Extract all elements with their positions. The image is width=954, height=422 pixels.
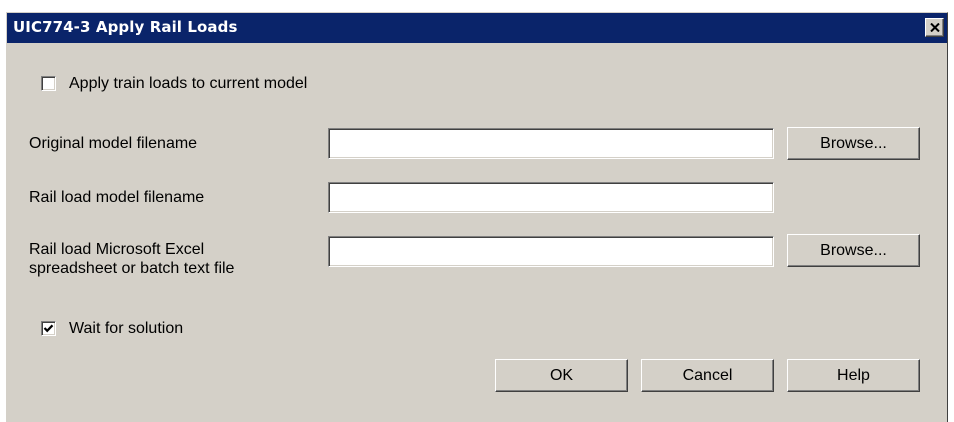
close-button[interactable] <box>925 18 944 37</box>
original-model-input[interactable] <box>328 128 774 159</box>
window-title: UIC774-3 Apply Rail Loads <box>13 18 238 36</box>
original-model-label: Original model filename <box>29 135 198 152</box>
wait-for-solution-checkbox[interactable] <box>41 321 56 336</box>
apply-train-loads-label: Apply train loads to current model <box>69 75 308 92</box>
rail-load-model-input[interactable] <box>328 182 774 213</box>
cancel-button[interactable]: Cancel <box>641 359 774 392</box>
rail-load-spreadsheet-input[interactable] <box>328 236 774 267</box>
rail-load-model-label: Rail load model filename <box>29 189 205 206</box>
dialog-window: UIC774-3 Apply Rail Loads Apply train lo… <box>6 12 948 422</box>
rail-load-spreadsheet-label-line1: Rail load Microsoft Excel <box>29 241 205 258</box>
help-button[interactable]: Help <box>787 359 920 392</box>
ok-button[interactable]: OK <box>495 359 628 392</box>
browse-spreadsheet-button[interactable]: Browse... <box>787 234 920 267</box>
title-bar[interactable]: UIC774-3 Apply Rail Loads <box>7 13 947 43</box>
browse-original-model-button[interactable]: Browse... <box>787 127 920 160</box>
apply-train-loads-checkbox[interactable] <box>41 76 56 91</box>
close-icon <box>929 23 940 32</box>
wait-for-solution-label: Wait for solution <box>69 320 184 337</box>
checkmark-icon <box>43 324 54 333</box>
rail-load-spreadsheet-label-line2: spreadsheet or batch text file <box>29 260 235 277</box>
